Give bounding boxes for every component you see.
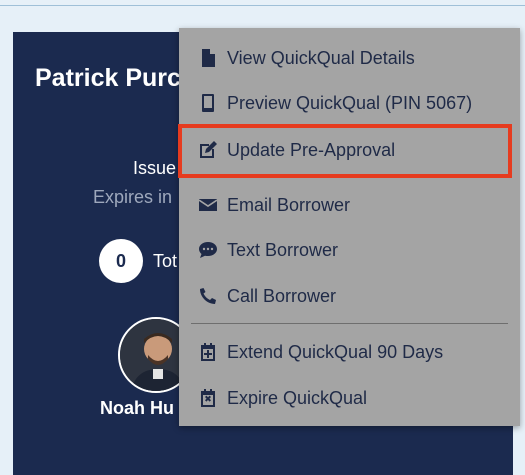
menu-item-label: Extend QuickQual 90 Days	[227, 341, 444, 362]
mobile-phone-icon	[179, 83, 227, 123]
chat-bubble-icon	[179, 230, 227, 270]
envelope-icon	[179, 185, 227, 225]
menu-item-expire-quickqual[interactable]: Expire QuickQual	[179, 378, 520, 418]
file-icon	[179, 38, 227, 78]
phone-icon	[179, 276, 227, 316]
menu-item-label: Email Borrower	[227, 194, 351, 215]
top-divider	[0, 5, 525, 6]
menu-item-update-pre-approval[interactable]: Update Pre-Approval	[179, 130, 520, 170]
agent-name: Noah Hu	[100, 398, 174, 418]
menu-item-label: Text Borrower	[227, 239, 339, 260]
actions-dropdown-menu: View QuickQual Details Preview QuickQual…	[179, 28, 520, 426]
issued-label: Issue	[133, 158, 177, 178]
menu-item-extend-quickqual[interactable]: Extend QuickQual 90 Days	[179, 332, 520, 372]
menu-item-call-borrower[interactable]: Call Borrower	[179, 276, 520, 316]
menu-item-email-borrower[interactable]: Email Borrower	[179, 185, 520, 225]
menu-item-label: Preview QuickQual (PIN 5067)	[227, 92, 473, 113]
menu-item-view-details[interactable]: View QuickQual Details	[179, 38, 520, 78]
menu-item-label: View QuickQual Details	[227, 47, 415, 68]
menu-divider	[191, 323, 508, 324]
menu-item-label: Expire QuickQual	[227, 387, 368, 408]
expires-label: Expires in	[93, 187, 173, 207]
edit-icon	[179, 130, 227, 170]
total-label: Tot	[153, 251, 178, 271]
calendar-plus-icon	[179, 332, 227, 372]
menu-item-preview[interactable]: Preview QuickQual (PIN 5067)	[179, 83, 520, 123]
borrower-name: Patrick Purc	[35, 64, 181, 92]
menu-item-text-borrower[interactable]: Text Borrower	[179, 230, 520, 270]
menu-item-label: Update Pre-Approval	[227, 139, 396, 160]
total-count-badge: 0	[99, 239, 143, 283]
calendar-x-icon	[179, 378, 227, 418]
menu-item-label: Call Borrower	[227, 285, 337, 306]
